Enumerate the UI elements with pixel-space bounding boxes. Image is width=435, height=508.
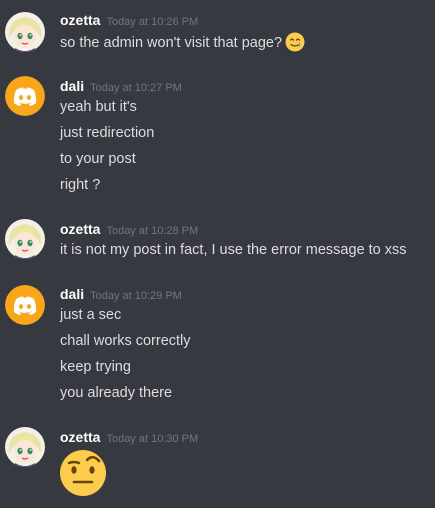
raised-eyebrow-emoji-icon	[58, 448, 108, 503]
message-header: ozetta Today at 10:30 PM	[60, 428, 198, 448]
discord-logo-avatar-icon	[5, 76, 45, 116]
timestamp: Today at 10:29 PM	[90, 290, 182, 302]
timestamp: Today at 10:27 PM	[90, 82, 182, 94]
anime-girl-avatar-icon	[5, 12, 45, 52]
message-header: dali Today at 10:27 PM	[60, 77, 182, 97]
message-text: yeah but it's	[60, 99, 137, 115]
message-text: you already there	[60, 385, 173, 401]
message-text: so the admin won't visit that page?	[60, 32, 305, 58]
message-text: to your post	[60, 151, 136, 167]
message-header: ozetta Today at 10:26 PM	[60, 11, 198, 31]
message-header: ozetta Today at 10:28 PM	[60, 220, 198, 240]
message-text: chall works correctly	[60, 333, 191, 349]
message-text: just redirection	[60, 125, 155, 141]
message-text: it is not my post in fact, I use the err…	[60, 242, 407, 258]
user-avatar[interactable]	[5, 12, 45, 52]
username[interactable]: dali	[60, 286, 84, 302]
message-text: keep trying	[60, 359, 131, 375]
message-text: just a sec	[60, 307, 122, 323]
user-avatar[interactable]	[5, 427, 45, 467]
username[interactable]: ozetta	[60, 221, 100, 237]
message-text: right ?	[60, 177, 101, 193]
anime-girl-avatar-icon	[5, 427, 45, 467]
timestamp: Today at 10:26 PM	[106, 16, 199, 28]
username[interactable]: ozetta	[60, 429, 100, 445]
anime-girl-avatar-icon	[5, 219, 45, 259]
timestamp: Today at 10:28 PM	[106, 225, 199, 237]
discord-logo-avatar-icon	[5, 285, 45, 325]
username[interactable]: dali	[60, 78, 84, 94]
message-header: dali Today at 10:29 PM	[60, 285, 182, 305]
user-avatar[interactable]	[5, 76, 45, 116]
username[interactable]: ozetta	[60, 12, 100, 28]
user-avatar[interactable]	[5, 219, 45, 259]
user-avatar[interactable]	[5, 285, 45, 325]
timestamp: Today at 10:30 PM	[106, 433, 199, 445]
tear-smile-emoji-icon	[285, 32, 305, 58]
